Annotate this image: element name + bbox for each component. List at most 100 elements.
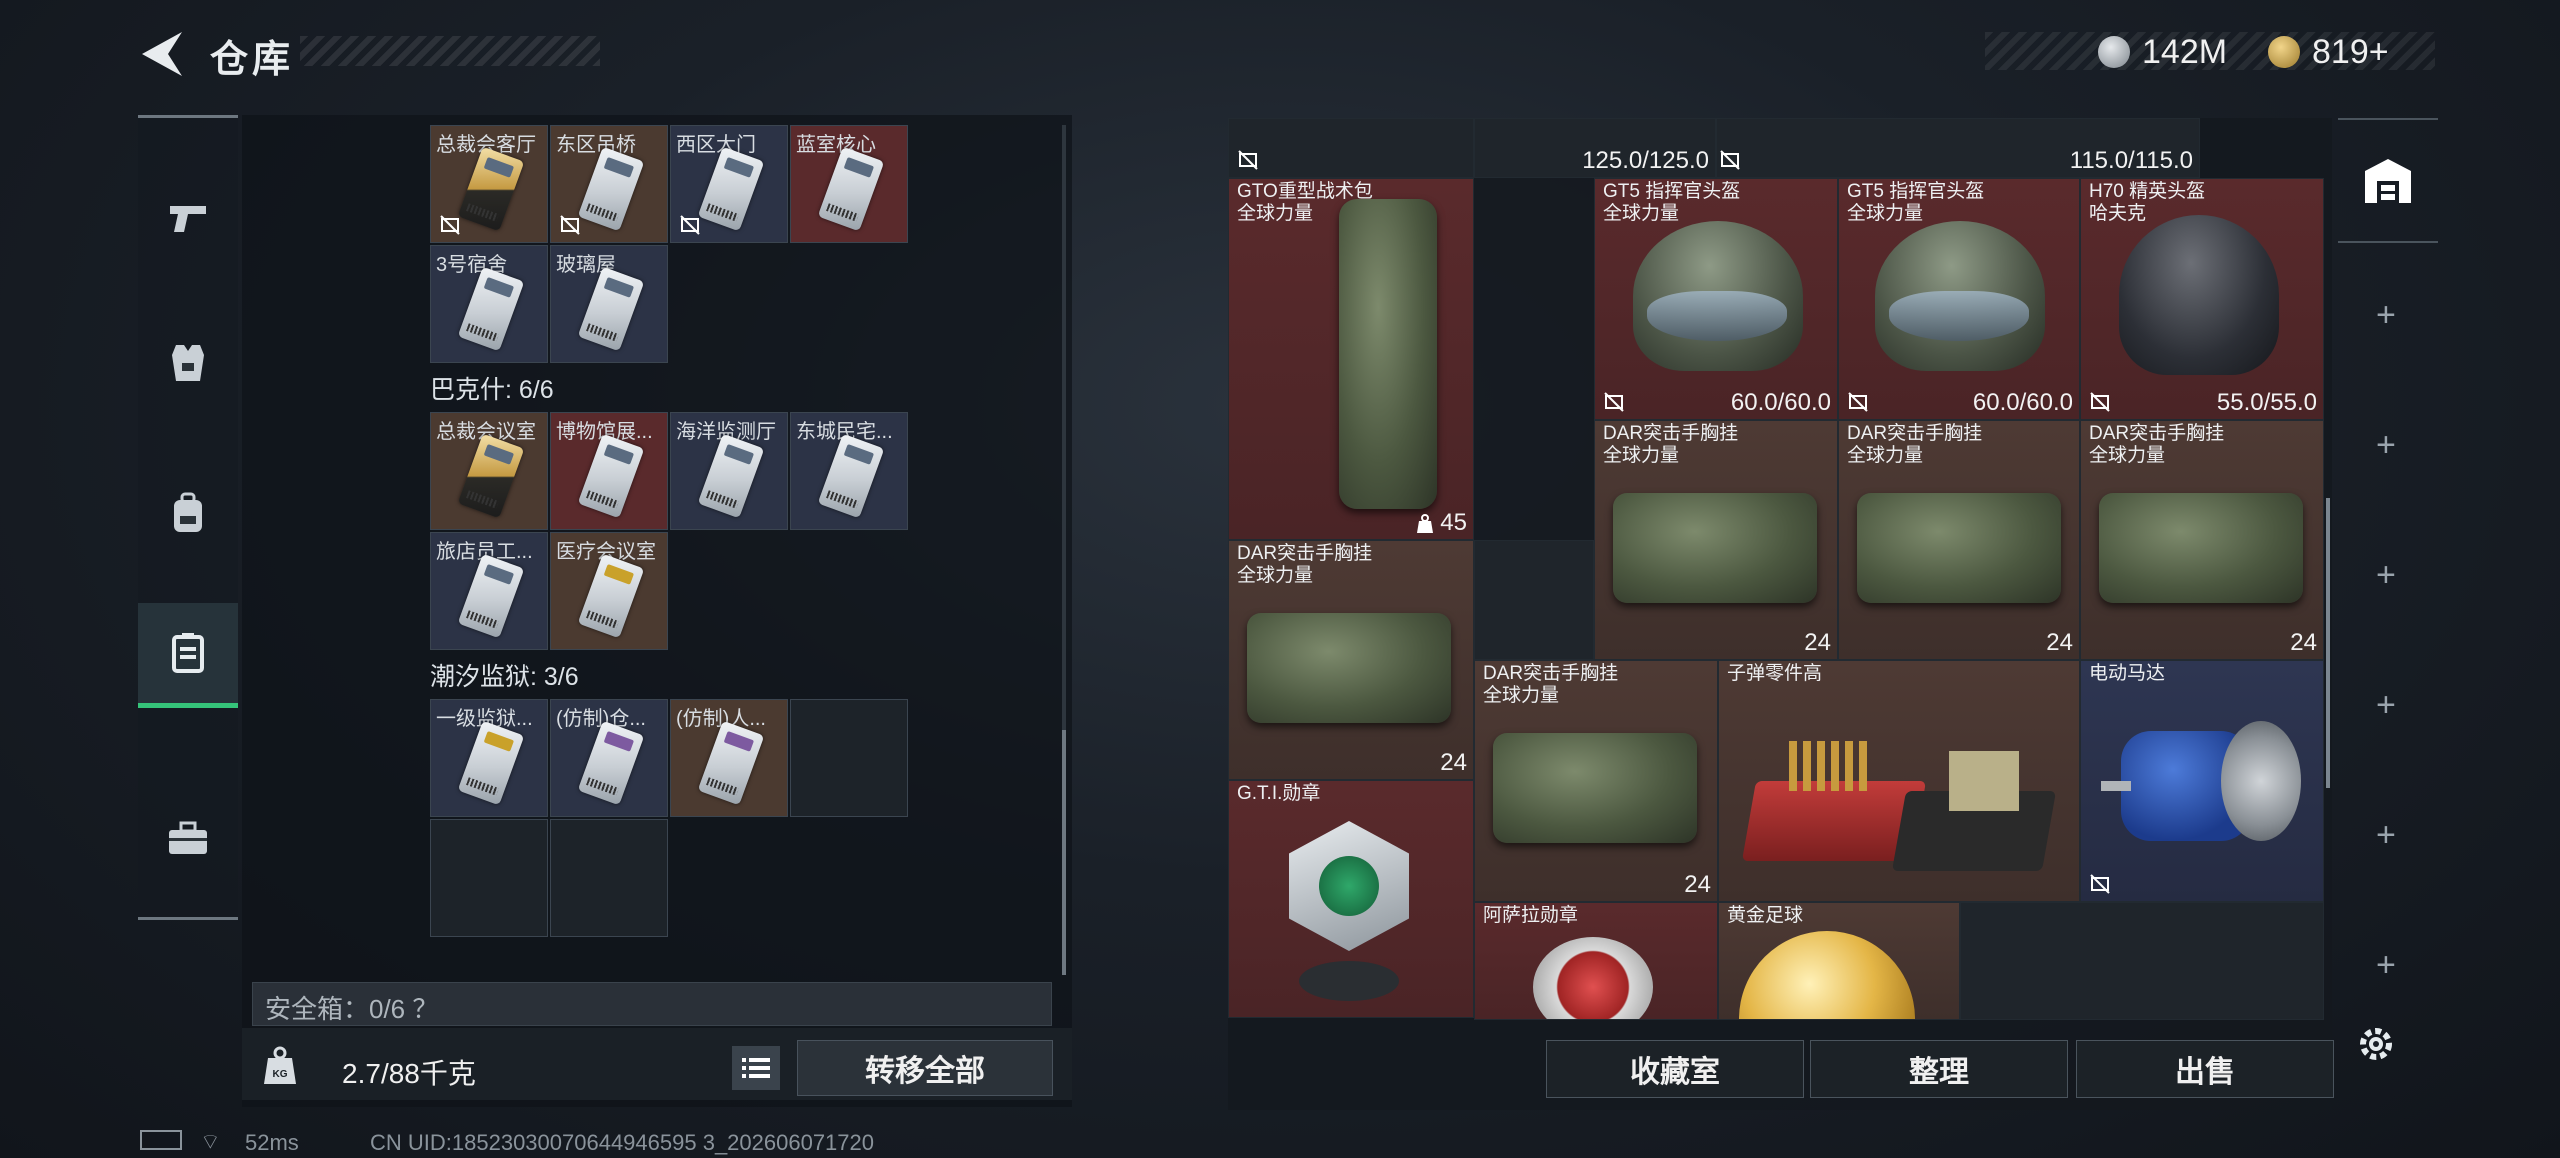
keycard-item[interactable]: 东区吊桥 — [550, 125, 668, 243]
add-stash-tab-icon[interactable]: + — [2376, 686, 2396, 725]
no-trade-icon — [2090, 392, 2110, 412]
chest-rig-capacity: 24 — [2046, 629, 2073, 656]
inventory-panel: 总裁会客厅 东区吊桥 西区大门 蓝室核心 3号宿舍 玻璃屋 巴克什: 6/6 总… — [242, 115, 1072, 1107]
gti-medal-item[interactable]: G.T.I.勋章 — [1228, 780, 1474, 1018]
chest-rig-capacity: 24 — [2290, 629, 2317, 656]
transfer-all-button[interactable]: 转移全部 — [797, 1040, 1053, 1096]
item-partial[interactable] — [1228, 118, 1474, 178]
chest-rig-item[interactable]: DAR突击手胸挂 全球力量 24 — [2080, 420, 2324, 660]
keycard-item[interactable]: 总裁会议室 — [430, 412, 548, 530]
ammo-parts-item[interactable]: 子弹零件高 — [1718, 660, 2080, 902]
item-partial[interactable]: 115.0/115.0 — [1716, 118, 2200, 178]
add-stash-tab-icon[interactable]: + — [2376, 556, 2396, 595]
nav-keys[interactable] — [138, 603, 238, 708]
uid-readout: CN UID:18523030070644946595 3_2026060717… — [370, 1130, 875, 1155]
add-stash-tab-icon[interactable]: + — [2376, 816, 2396, 855]
electric-motor-item[interactable]: 电动马达 — [2080, 660, 2324, 902]
empty-slot[interactable] — [550, 819, 668, 937]
no-trade-icon — [1720, 150, 1740, 170]
safe-box-bar[interactable]: 安全箱：0/6 ？ — [252, 982, 1052, 1026]
keycard-item[interactable]: 博物馆展... — [550, 412, 668, 530]
battery-icon — [140, 1130, 182, 1150]
collection-room-button[interactable]: 收藏室 — [1546, 1040, 1804, 1098]
nav-armor[interactable] — [138, 313, 238, 413]
keycard-icon — [457, 720, 525, 806]
keycard-item[interactable]: 旅店员工... — [430, 532, 548, 650]
currency-2-value: 819+ — [2312, 32, 2389, 71]
weight-icon-label: KG — [273, 1069, 288, 1080]
page-title: 仓库 — [210, 39, 295, 81]
keycard-item[interactable]: 东城民宅... — [790, 412, 908, 530]
nav-misc[interactable] — [138, 788, 238, 888]
gold-coin-icon — [2268, 36, 2300, 68]
weight-total: /88千克 — [380, 1058, 476, 1089]
backpack-icon — [1339, 199, 1437, 509]
empty-slot[interactable] — [1474, 540, 1594, 660]
keycard-item[interactable]: 医疗会议室 — [550, 532, 668, 650]
chest-rig-item[interactable]: DAR突击手胸挂 全球力量 24 — [1474, 660, 1718, 902]
keycard-item[interactable]: (仿制)人... — [670, 699, 788, 817]
motor-icon — [2101, 711, 2301, 861]
helmet-visor — [1647, 291, 1787, 341]
chest-rig-icon — [1493, 733, 1697, 843]
helmet-item[interactable]: GT5 指挥官头盔 全球力量 60.0/60.0 — [1594, 178, 1838, 420]
keycard-item[interactable]: 玻璃屋 — [550, 245, 668, 363]
armor-vest-icon — [172, 345, 204, 381]
keycard-item[interactable]: 一级监狱... — [430, 699, 548, 817]
keycard-icon — [457, 553, 525, 639]
empty-slot[interactable] — [430, 819, 548, 937]
chest-rig-icon — [1613, 493, 1817, 603]
item-partial[interactable]: 125.0/125.0 — [1474, 118, 1716, 178]
keycard-icon — [697, 146, 765, 232]
keycard-icon — [577, 146, 645, 232]
golden-football-item[interactable]: 黄金足球 — [1718, 902, 1960, 1020]
chest-rig-item[interactable]: DAR突击手胸挂 全球力量 24 — [1228, 540, 1474, 780]
stash-tab-main[interactable] — [2338, 118, 2438, 243]
stash-panel: 125.0/125.0 115.0/115.0 GTO重型战术包 全球力量 45… — [1228, 118, 2332, 1110]
keycard-icon — [457, 266, 525, 352]
sell-button[interactable]: 出售 — [2076, 1040, 2334, 1098]
backpack-capacity: 45 — [1416, 509, 1467, 537]
category-nav — [138, 115, 238, 920]
keycard-item[interactable]: (仿制)仓... — [550, 699, 668, 817]
nav-backpack[interactable] — [138, 463, 238, 563]
empty-slot[interactable] — [790, 699, 908, 817]
organize-button[interactable]: 整理 — [1810, 1040, 2068, 1098]
add-stash-tab-icon[interactable]: + — [2376, 426, 2396, 465]
backpack-item[interactable]: GTO重型战术包 全球力量 45 — [1228, 178, 1474, 540]
keycard-item[interactable]: 海洋监测厅 — [670, 412, 788, 530]
weight-small-icon — [1416, 513, 1433, 533]
helmet-icon — [2119, 215, 2279, 375]
no-trade-icon — [1238, 150, 1258, 170]
keycard-item[interactable]: 蓝室核心 — [790, 125, 908, 243]
add-stash-tab-icon[interactable]: + — [2376, 946, 2396, 985]
pistol-icon — [170, 206, 206, 232]
add-stash-tab-icon[interactable]: + — [2376, 296, 2396, 335]
backpack-icon — [174, 492, 202, 532]
keycard-item[interactable]: 总裁会客厅 — [430, 125, 548, 243]
currency-1-value: 142M — [2142, 32, 2228, 71]
helmet-item[interactable]: H70 精英头盔 哈夫克 55.0/55.0 — [2080, 178, 2324, 420]
chest-rig-icon — [2099, 493, 2303, 603]
scrollbar-thumb[interactable] — [1062, 730, 1066, 975]
nav-weapons[interactable] — [138, 168, 238, 268]
no-trade-icon — [440, 215, 460, 235]
keycard-icon — [697, 433, 765, 519]
chest-rig-capacity: 24 — [1440, 749, 1467, 776]
empty-slot[interactable] — [1960, 902, 2324, 1020]
list-view-button[interactable] — [732, 1046, 780, 1090]
helmet-visor — [1889, 291, 2029, 341]
chest-rig-item[interactable]: DAR突击手胸挂 全球力量 24 — [1838, 420, 2080, 660]
ping-readout: 52ms — [245, 1130, 299, 1155]
helmet-item[interactable]: GT5 指挥官头盔 全球力量 60.0/60.0 — [1838, 178, 2080, 420]
keycard-icon — [817, 433, 885, 519]
keycard-icon — [697, 720, 765, 806]
chest-rig-item[interactable]: DAR突击手胸挂 全球力量 24 — [1594, 420, 1838, 660]
scrollbar-thumb[interactable] — [2326, 498, 2330, 788]
settings-gear-icon[interactable] — [2354, 1022, 2398, 1066]
keycard-item[interactable]: 西区大门 — [670, 125, 788, 243]
asala-medal-item[interactable]: 阿萨拉勋章 — [1474, 902, 1718, 1020]
keycard-item[interactable]: 3号宿舍 — [430, 245, 548, 363]
stash-tabs: + + + + + + — [2338, 118, 2438, 998]
back-icon[interactable] — [138, 28, 188, 80]
